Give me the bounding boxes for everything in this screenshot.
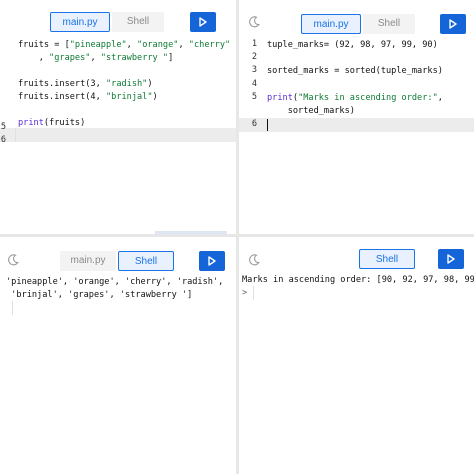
- code-line: print(fruits): [18, 117, 85, 130]
- tab-main-py[interactable]: main.py: [301, 14, 361, 34]
- code-line: sorted_marks): [267, 106, 355, 116]
- current-line-highlight: [0, 128, 236, 142]
- code-line: print("Marks in ascending order:",: [267, 92, 443, 105]
- output-line: 'pineapple', 'orange', 'cherry', 'radish…: [6, 277, 224, 287]
- string-literal: "orange": [137, 40, 179, 50]
- code-text: ,: [18, 53, 50, 63]
- code-text: fruits.insert(3,: [18, 79, 106, 89]
- code-text: ,: [437, 93, 443, 103]
- string-literal: "cherry": [188, 40, 231, 50]
- play-icon: [208, 256, 216, 266]
- play-icon: [199, 17, 207, 27]
- moon-icon[interactable]: [247, 15, 261, 29]
- toolbar: main.py Shell: [0, 237, 236, 273]
- tab-main-py[interactable]: main.py: [60, 251, 116, 271]
- line-number: 3: [251, 65, 257, 75]
- line-number: 2: [251, 52, 257, 62]
- output-line: 'brinjal', 'grapes', 'strawberry ']: [6, 290, 193, 300]
- line-number: 1: [251, 39, 257, 49]
- tab-shell[interactable]: Shell: [118, 251, 174, 271]
- code-editor[interactable]: tuple_marks= (92, 98, 97, 99, 90) sorted…: [267, 39, 443, 116]
- text-cursor: [267, 119, 268, 131]
- play-icon: [447, 254, 455, 264]
- run-button[interactable]: [190, 12, 216, 32]
- string-literal: "strawberry ": [100, 53, 169, 63]
- line-number: 4: [251, 79, 257, 89]
- run-button[interactable]: [199, 251, 225, 271]
- text-cursor: [15, 128, 16, 142]
- keyword: print: [267, 93, 293, 103]
- shell-prompt: >: [242, 288, 248, 298]
- code-line: fruits = ["pineapple", "orange", "cherry…: [18, 39, 230, 52]
- play-icon: [449, 19, 457, 29]
- code-text: (fruits): [43, 118, 86, 128]
- code-line: fruits.insert(3, "radish"): [18, 78, 153, 91]
- editor-panel-marks: main.py Shell 1 2 3 4 5 6 tuple_marks= (…: [239, 0, 474, 234]
- shell-panel-marks: Shell Marks in ascending order: [90, 92,…: [239, 237, 474, 474]
- code-line: , "grapes", "strawberry "]: [18, 52, 174, 65]
- toolbar: main.py Shell: [239, 0, 474, 36]
- string-literal: "grapes": [49, 53, 91, 63]
- string-literal: "Marks in ascending order:": [298, 93, 438, 103]
- tab-main-py[interactable]: main.py: [50, 12, 110, 32]
- code-text: fruits = [: [18, 40, 70, 50]
- string-literal: "brinjal": [105, 92, 153, 102]
- string-literal: "pineapple": [69, 40, 127, 50]
- code-text: fruits.insert(4,: [18, 92, 106, 102]
- shell-cursor: [12, 301, 13, 315]
- run-button[interactable]: [440, 14, 466, 34]
- tab-shell[interactable]: Shell: [112, 12, 164, 32]
- line-number: 6: [0, 135, 6, 145]
- moon-icon[interactable]: [247, 253, 261, 267]
- shell-cursor: [253, 286, 254, 300]
- line-number: 6: [251, 119, 257, 129]
- line-number: 5: [251, 92, 257, 102]
- code-text: ): [152, 92, 158, 102]
- code-line: tuple_marks= (92, 98, 97, 99, 90): [267, 40, 438, 50]
- line-number: 5: [0, 122, 6, 132]
- shell-panel-fruits: main.py Shell 'pineapple', 'orange', 'ch…: [0, 237, 236, 474]
- code-text: ,: [178, 40, 189, 50]
- toolbar: main.py Shell: [0, 0, 236, 36]
- editor-panel-fruits: main.py Shell 5 6 fruits = ["pineapple",…: [0, 0, 236, 234]
- current-line-highlight: [239, 118, 474, 132]
- run-button[interactable]: [438, 249, 464, 269]
- code-text: ): [147, 79, 153, 89]
- horizontal-scrollbar[interactable]: [155, 231, 227, 234]
- toolbar: Shell: [239, 237, 474, 273]
- tab-shell[interactable]: Shell: [363, 14, 415, 34]
- tab-shell[interactable]: Shell: [359, 249, 415, 269]
- string-literal: "radish": [105, 79, 148, 89]
- code-text: ,: [126, 40, 138, 50]
- code-editor[interactable]: fruits = ["pineapple", "orange", "cherry…: [18, 39, 230, 128]
- shell-output[interactable]: 'pineapple', 'orange', 'cherry', 'radish…: [6, 276, 223, 316]
- keyword: print: [18, 118, 44, 128]
- code-text: ]: [168, 53, 174, 63]
- code-text: ,: [90, 53, 101, 63]
- code-line: sorted_marks = sorted(tuple_marks): [267, 66, 443, 76]
- output-line: Marks in ascending order: [90, 92, 97, 9…: [242, 275, 474, 285]
- moon-icon[interactable]: [6, 253, 20, 267]
- code-line: fruits.insert(4, "brinjal"): [18, 91, 158, 104]
